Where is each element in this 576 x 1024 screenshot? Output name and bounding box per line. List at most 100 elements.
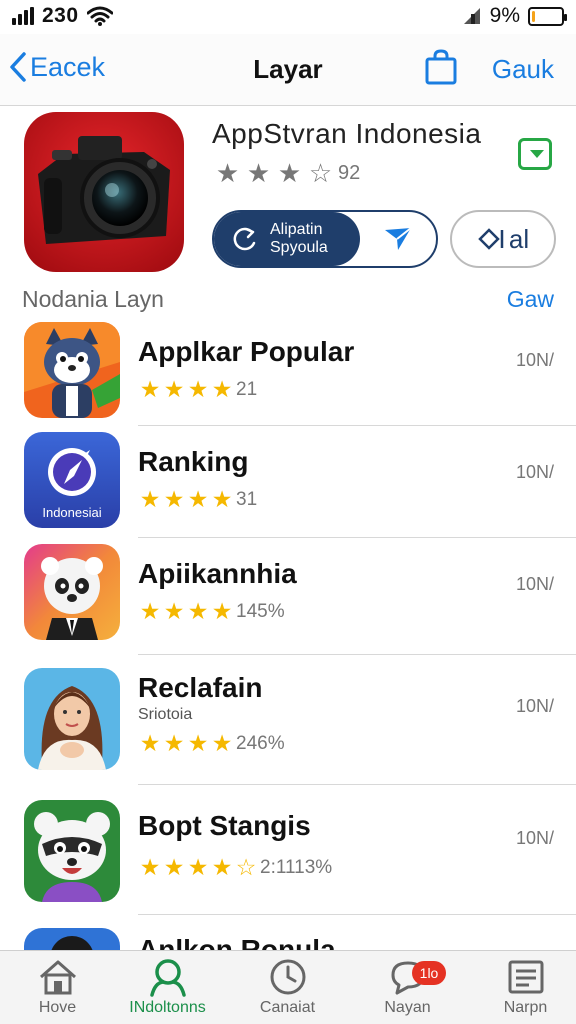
share-icon	[478, 228, 504, 250]
share-label: al	[508, 223, 530, 254]
tab-label: Canaiat	[259, 999, 316, 1016]
star-icon: ★	[277, 158, 302, 188]
list-item[interactable]: Anlkon Ronula	[0, 926, 576, 950]
divider	[138, 914, 576, 915]
avatar-icon[interactable]	[24, 928, 120, 950]
battery-percent: 9%	[489, 4, 520, 27]
star-icon: ★	[187, 598, 209, 624]
download-badge-icon[interactable]	[518, 138, 552, 170]
app-name: Anlkon Ronula	[138, 934, 336, 950]
divider	[138, 425, 576, 426]
wifi-icon	[86, 6, 113, 26]
panda-icon[interactable]	[24, 544, 120, 640]
star-icon: ★	[211, 486, 233, 512]
cat-mascot-icon[interactable]	[24, 322, 120, 418]
tab-label: INdoltonns	[129, 999, 206, 1016]
install-label-line2: Spyoula	[270, 239, 328, 256]
list-item[interactable]: Bopt Stangis ★ ★ ★ ★ ☆ 2:1113% 10N/	[0, 796, 576, 916]
install-label-line1: Alipatin	[270, 221, 323, 238]
app-size: 10N/	[515, 574, 554, 594]
divider	[138, 537, 576, 538]
star-icon: ★	[163, 376, 185, 402]
app-name: Bopt Stangis	[138, 810, 311, 841]
list-item[interactable]: Reclafain Sriotoia ★ ★ ★ ★ 246% 10N/	[0, 664, 576, 786]
star-icon: ★	[139, 730, 161, 756]
star-icon: ★	[163, 598, 185, 624]
divider	[138, 784, 576, 785]
notification-badge: 1lo	[412, 961, 446, 985]
battery-icon	[528, 6, 567, 26]
featured-rating-text: 92	[338, 162, 361, 184]
star-icon: ★	[187, 376, 209, 402]
tab-home[interactable]: Hove	[0, 957, 115, 1017]
person-icon	[149, 959, 186, 997]
tab-bar: Hove INdoltonns Canaiat 1lo Nayan Narpn	[0, 950, 576, 1024]
divider	[138, 654, 576, 655]
star-icon: ★	[246, 158, 271, 188]
app-size: 10N/	[515, 828, 554, 848]
star-icon: ★	[187, 854, 209, 880]
raccoon-icon[interactable]	[24, 800, 120, 902]
tab-label: Narpn	[503, 999, 548, 1016]
featured-rating: ★ ★ ★ ☆ 92	[212, 158, 360, 189]
shopping-bag-icon[interactable]	[424, 48, 458, 86]
app-rating-text: 2:1113%	[260, 856, 333, 878]
compass-icon[interactable]: Indonesiai	[24, 432, 120, 528]
status-right: 9%	[462, 4, 567, 28]
install-button[interactable]: Alipatin Spyoula	[212, 210, 438, 268]
app-rating-text: 31	[236, 488, 258, 510]
camera-app-icon[interactable]	[24, 112, 184, 272]
star-icon: ★	[163, 486, 185, 512]
star-icon: ★	[139, 376, 161, 402]
app-name: Applkar Popular	[138, 336, 355, 367]
star-icon: ★	[211, 854, 233, 880]
app-size: 10N/	[515, 462, 554, 482]
star-outline-icon: ☆	[308, 158, 333, 188]
share-button[interactable]: al	[450, 210, 556, 268]
tab-nayan[interactable]: 1lo Nayan	[350, 957, 465, 1017]
tab-label: Nayan	[384, 999, 431, 1016]
tab-canaiat[interactable]: Canaiat	[230, 957, 345, 1017]
list-icon	[508, 960, 543, 994]
page-title: Layar	[253, 54, 323, 84]
star-icon: ★	[163, 854, 185, 880]
app-rating-text: 21	[236, 378, 258, 400]
app-name: Apiikannhia	[138, 558, 297, 589]
star-icon: ★	[215, 158, 240, 188]
compass-icon-label: Indonesiai	[42, 505, 101, 520]
signal-icon	[12, 7, 34, 25]
woman-portrait-icon[interactable]	[24, 668, 120, 770]
app-rating-text: 246%	[236, 732, 285, 754]
list-item[interactable]: Applkar Popular ★ ★ ★ ★ 21 10N/	[0, 318, 576, 426]
list-item[interactable]: Apiikannhia ★ ★ ★ ★ 145% 10N/	[0, 540, 576, 656]
star-icon: ★	[187, 730, 209, 756]
app-rating: ★ ★ ★ ★ 31	[138, 486, 257, 513]
star-icon: ★	[139, 598, 161, 624]
install-arrow[interactable]	[360, 212, 436, 266]
star-icon: ★	[211, 730, 233, 756]
app-rating: ★ ★ ★ ★ 145%	[138, 598, 285, 625]
featured-title: AppStvran Indonesia	[212, 118, 482, 149]
star-icon: ★	[211, 376, 233, 402]
status-left: 230	[12, 4, 113, 28]
clock-icon	[270, 959, 305, 995]
nav-right-button[interactable]: Gauk	[492, 54, 554, 85]
cellular-icon	[463, 8, 480, 24]
app-rating-text: 145%	[236, 600, 285, 622]
install-primary[interactable]: Alipatin Spyoula	[214, 212, 360, 266]
featured-app: AppStvran Indonesia ★ ★ ★ ☆ 92 Alipatin …	[0, 106, 576, 286]
tab-indoltonns[interactable]: INdoltonns	[110, 957, 225, 1017]
send-arrow-icon	[385, 227, 412, 250]
tab-narpn[interactable]: Narpn	[468, 957, 576, 1017]
star-icon: ★	[211, 598, 233, 624]
app-size: 10N/	[515, 350, 554, 370]
section-see-all-link[interactable]: Gaw	[507, 286, 554, 313]
install-label: Alipatin Spyoula	[270, 221, 328, 257]
battery-fill	[532, 10, 536, 22]
app-size: 10N/	[515, 696, 554, 716]
nav-bar: Eacek Layar Gauk	[0, 34, 576, 106]
app-subtitle: Sriotoia	[138, 706, 193, 723]
list-item[interactable]: Indonesiai Ranking ★ ★ ★ ★ 31 10N/	[0, 428, 576, 538]
star-icon: ★	[187, 486, 209, 512]
app-rating: ★ ★ ★ ★ ☆ 2:1113%	[138, 854, 333, 881]
